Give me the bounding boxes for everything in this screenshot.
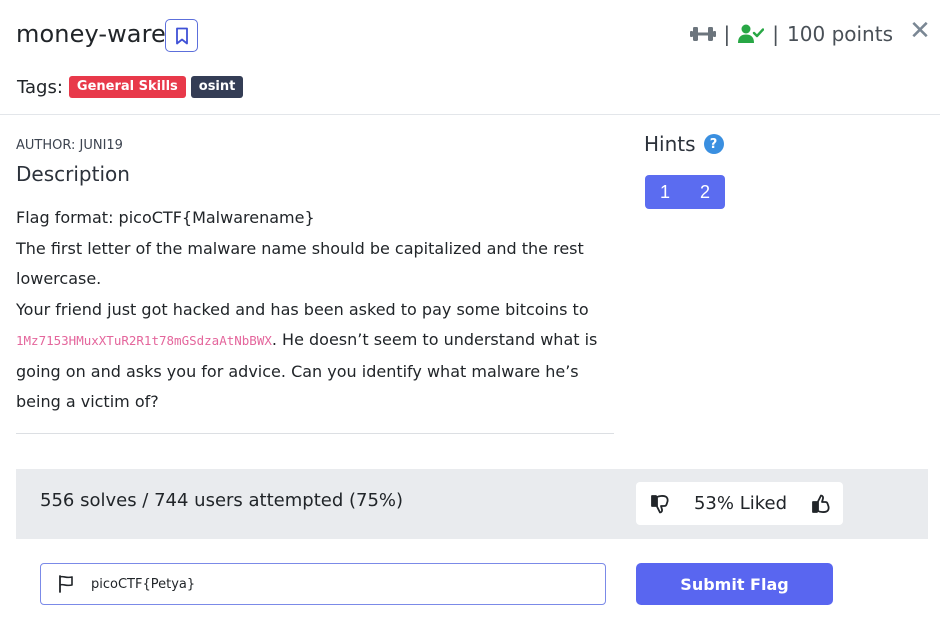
challenge-meta: | | 100 points	[689, 20, 893, 48]
liked-percentage: 53% Liked	[693, 493, 788, 514]
bookmark-button[interactable]	[165, 19, 198, 52]
tags-row: Tags: General Skills osint	[17, 76, 248, 98]
tag-general-skills[interactable]: General Skills	[68, 76, 186, 98]
story-text: Your friend just got hacked and has been…	[16, 299, 598, 412]
bookmark-icon	[175, 27, 188, 44]
flag-input[interactable]	[91, 576, 591, 592]
rating-box: 53% Liked	[636, 482, 843, 525]
tag-osint[interactable]: osint	[190, 76, 244, 98]
hint-2-button[interactable]: 2	[685, 175, 725, 209]
description-body: Flag format: picoCTF{Malwarename} The fi…	[16, 203, 614, 418]
submit-flag-button[interactable]: Submit Flag	[636, 563, 833, 605]
wallet-address: 1Mz7153HMuxXTuR2R1t78mGSdzaAtNbBWX	[16, 333, 272, 348]
flag-format-text: Flag format: picoCTF{Malwarename}	[16, 208, 315, 227]
description-heading: Description	[16, 162, 130, 186]
meta-separator: |	[772, 22, 780, 46]
close-icon[interactable]: ✕	[908, 18, 932, 44]
hints-heading: Hints ?	[644, 132, 724, 156]
hint-button-group: 1 2	[645, 175, 725, 209]
thumbs-up-icon[interactable]	[811, 494, 831, 514]
meta-separator: |	[723, 22, 731, 46]
solves-count: 556 solves / 744 users attempted (75%)	[40, 490, 404, 511]
header-divider	[0, 114, 940, 115]
flag-icon	[41, 564, 91, 604]
hint-1-button[interactable]: 1	[645, 175, 685, 209]
capitalization-text: The first letter of the malware name sho…	[16, 238, 584, 289]
user-check-icon	[738, 24, 765, 43]
dumbbell-icon	[689, 27, 716, 41]
points-label: 100 points	[787, 22, 893, 46]
challenge-title: money-ware	[16, 20, 166, 48]
author-label: AUTHOR: JUNI19	[16, 138, 123, 153]
flag-input-group	[40, 563, 606, 605]
tags-label: Tags:	[17, 76, 63, 98]
help-icon[interactable]: ?	[703, 134, 724, 154]
description-divider	[16, 433, 614, 434]
thumbs-down-icon[interactable]	[650, 494, 670, 514]
